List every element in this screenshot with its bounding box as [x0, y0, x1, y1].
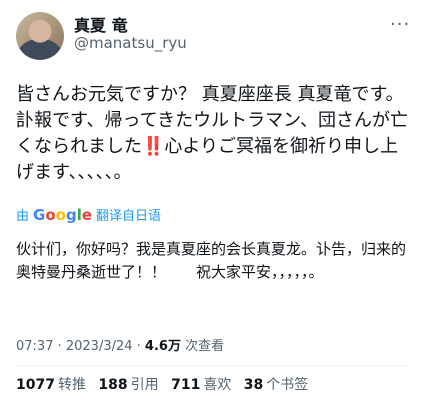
translate-link[interactable]: 由 Google 翻译自日语 — [16, 205, 161, 225]
view-count: 4.6万 — [144, 339, 181, 354]
avatar[interactable] — [16, 12, 64, 60]
translated-text: 伙计们，你好吗？我是真夏座的会长真夏龙。讣告，归来的奥特曼丹桑逝世了！！ 祝大家… — [16, 240, 407, 281]
google-logo: Google — [33, 205, 93, 224]
divider — [16, 365, 408, 366]
author-handle[interactable]: @manatsu_ryu — [74, 34, 187, 52]
quotes-stat[interactable]: 188 引用 — [98, 377, 158, 393]
engagement-stats: 1077 转推 188 引用 711 喜欢 38 个书签 — [16, 374, 316, 394]
author-name[interactable]: 真夏 竜 — [74, 12, 128, 36]
view-label: 次查看 — [180, 339, 225, 354]
bookmarks-stat[interactable]: 38 个书签 — [244, 377, 308, 393]
tweet-text: 皆さんお元気ですか？ 真夏座座長 真夏竜です。 訃報です、帰ってきたウルトラマン… — [16, 84, 409, 183]
retweets-stat[interactable]: 1077 转推 — [16, 377, 86, 393]
translate-prefix: 由 — [16, 209, 30, 224]
translate-action[interactable]: 翻译自日语 — [96, 205, 161, 224]
more-icon[interactable]: ··· — [390, 14, 410, 35]
tweet-meta: 07:37 · 2023/3/24 · 4.6万 次查看 — [16, 335, 224, 354]
tweet-time[interactable]: 07:37 · 2023/3/24 · — [16, 339, 145, 354]
likes-stat[interactable]: 711 喜欢 — [171, 377, 231, 393]
